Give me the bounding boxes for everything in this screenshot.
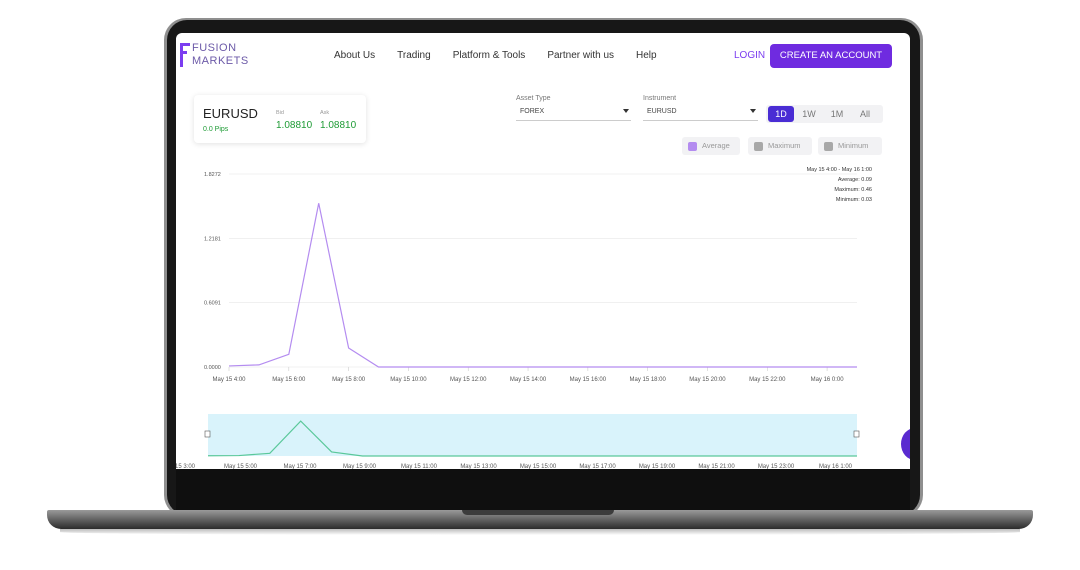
navigator-x-label: May 15 13:00 bbox=[460, 464, 497, 469]
laptop-base-notch bbox=[462, 510, 614, 515]
x-tick-label: May 15 4:00 bbox=[212, 377, 246, 383]
x-tick-label: May 15 8:00 bbox=[332, 377, 366, 383]
laptop-shadow bbox=[60, 529, 1020, 535]
y-tick-label: 0.0000 bbox=[204, 365, 221, 371]
navigator-right-handle bbox=[853, 430, 860, 438]
y-tick-label: 1.8272 bbox=[204, 172, 221, 178]
navigator-x-label: May 15 5:00 bbox=[224, 464, 258, 469]
navigator-x-label: May 15 17:00 bbox=[579, 464, 616, 469]
navigator-x-label: May 15 9:00 bbox=[343, 464, 377, 469]
spread-line-chart[interactable]: 1.8272 1.2181 0.6091 0.0000 May 15 4:00 May 1… bbox=[176, 33, 910, 469]
average-series-line bbox=[228, 203, 857, 368]
navigator-x-label: May 16 1:00 bbox=[819, 464, 853, 469]
navigator-x-label: May 15 11:00 bbox=[401, 464, 438, 469]
x-tick-label: May 15 22:00 bbox=[749, 377, 786, 383]
navigator-range-band bbox=[208, 414, 857, 456]
navigator-x-label: ay 15 3:00 bbox=[176, 464, 196, 469]
laptop-screen: FUSION MARKETS About Us Trading Platform… bbox=[176, 33, 910, 469]
navigator-x-label: May 15 21:00 bbox=[698, 464, 735, 469]
laptop-keyboard-area bbox=[176, 469, 910, 510]
y-tick-label: 0.6091 bbox=[204, 301, 221, 307]
x-tick-label: May 15 10:00 bbox=[390, 377, 427, 383]
x-tick-label: May 15 18:00 bbox=[629, 377, 666, 383]
navigator-x-label: May 15 19:00 bbox=[639, 464, 676, 469]
x-tick-label: May 15 20:00 bbox=[689, 377, 726, 383]
navigator-x-label: May 15 15:00 bbox=[520, 464, 557, 469]
navigator-x-label: May 15 7:00 bbox=[283, 464, 317, 469]
y-tick-label: 1.2181 bbox=[204, 236, 221, 242]
navigator-left-handle bbox=[204, 430, 211, 438]
x-tick-label: May 16 0:00 bbox=[811, 377, 845, 383]
x-tick-label: May 15 16:00 bbox=[570, 377, 607, 383]
x-tick-label: May 15 6:00 bbox=[272, 377, 306, 383]
x-tick-label: May 15 12:00 bbox=[450, 377, 487, 383]
x-tick-label: May 15 14:00 bbox=[510, 377, 547, 383]
navigator-x-label: May 15 23:00 bbox=[758, 464, 795, 469]
